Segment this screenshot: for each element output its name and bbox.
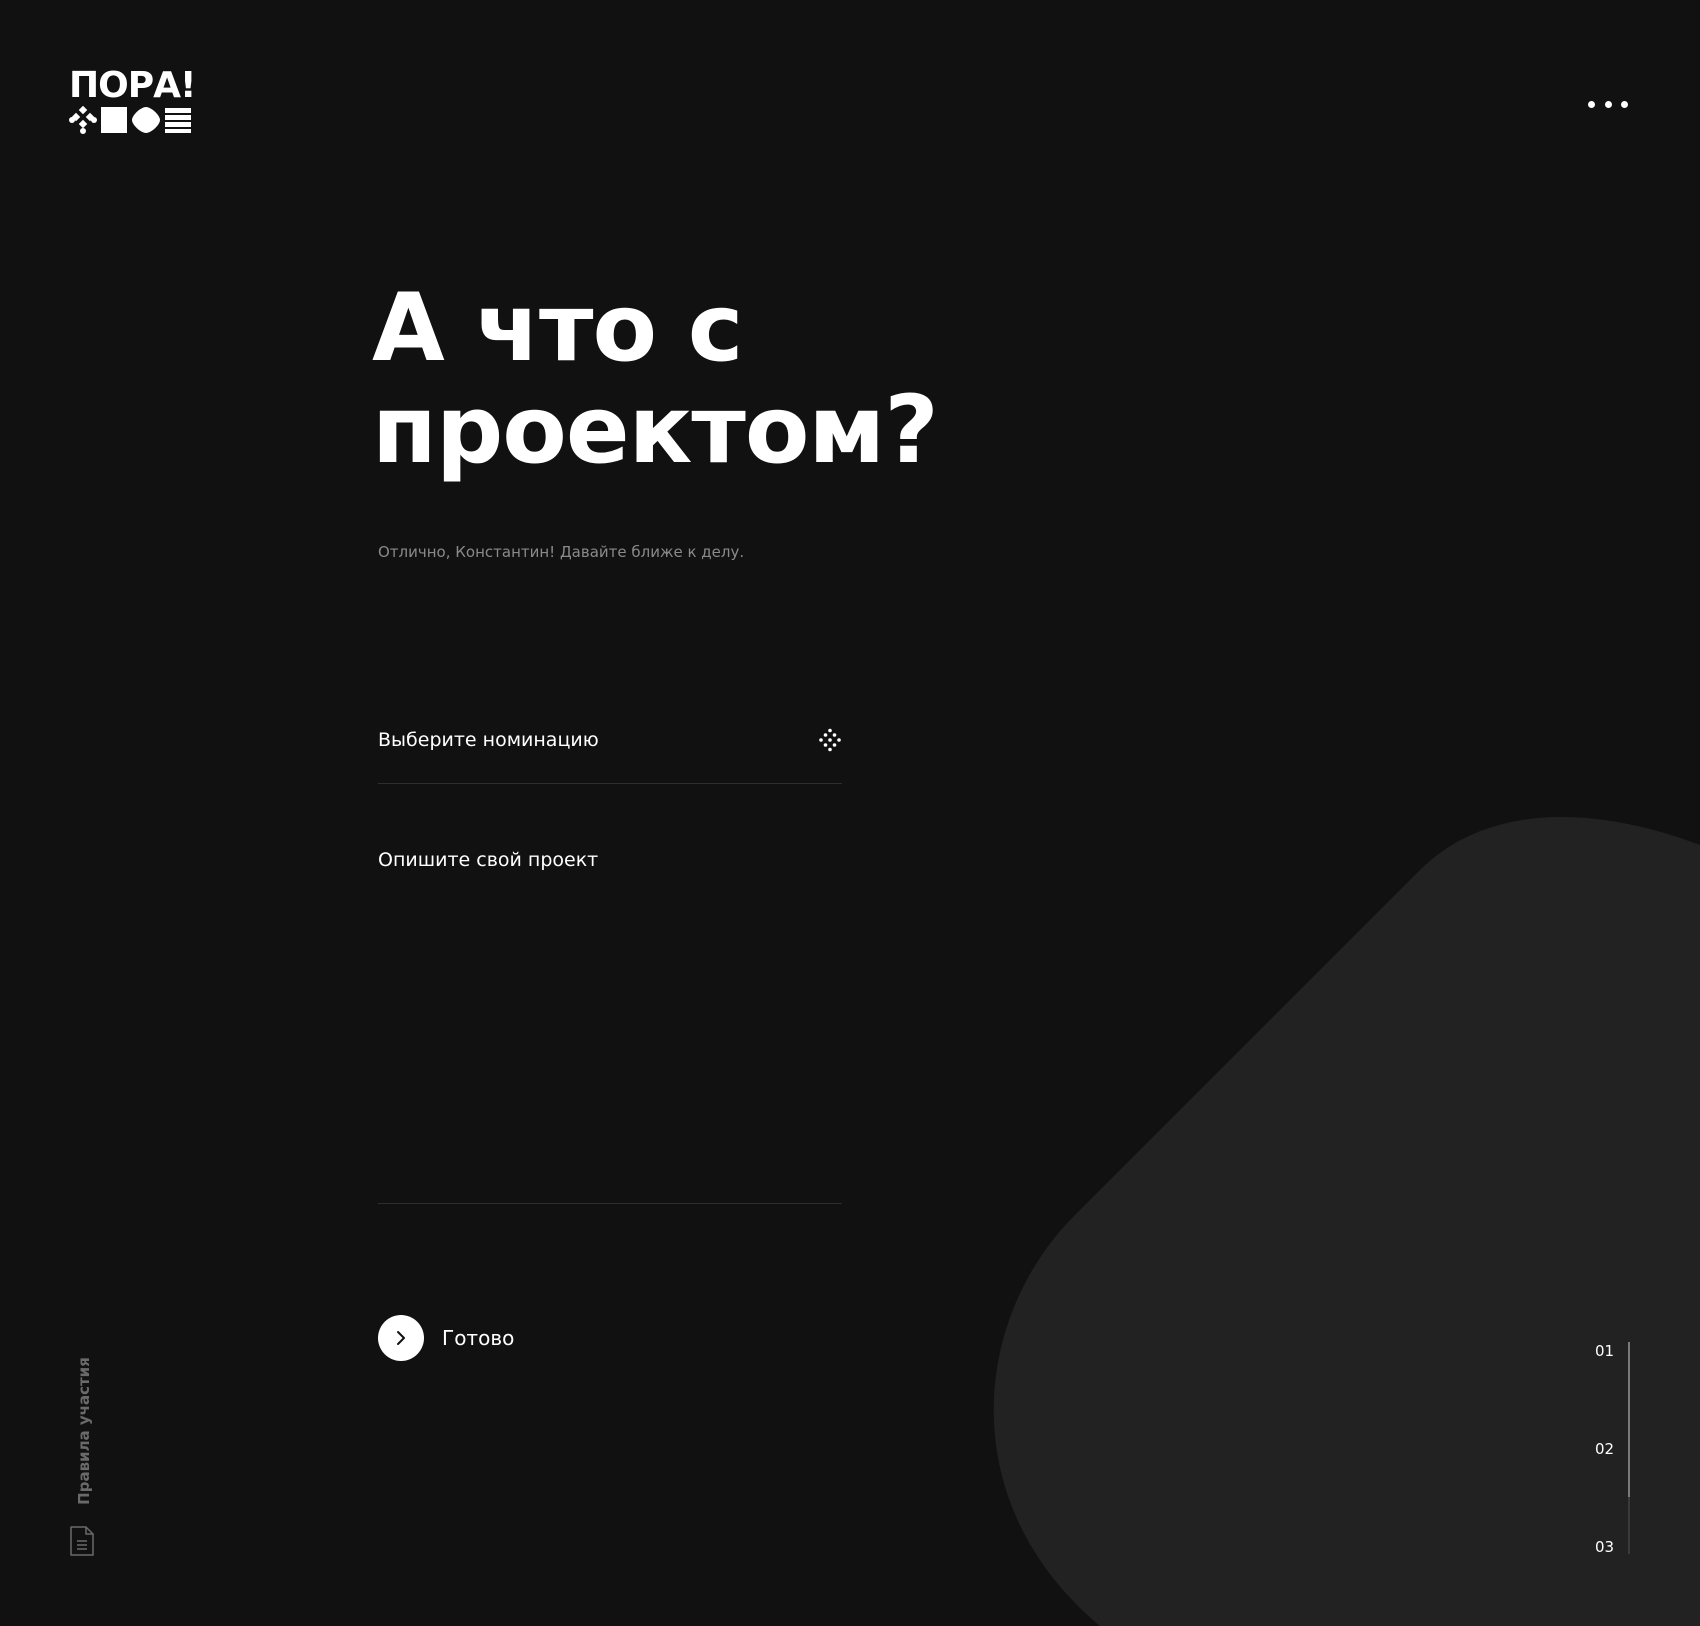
menu-dot [1604, 100, 1612, 108]
logo-dots-mark [69, 106, 97, 134]
nomination-label: Выберите номинацию [378, 729, 599, 751]
submit-circle[interactable] [378, 1315, 424, 1361]
submit-label: Готово [442, 1326, 515, 1350]
step-2[interactable]: 02 [1595, 1440, 1614, 1458]
logo-lines-mark [165, 108, 191, 133]
nomination-select[interactable]: Выберите номинацию [378, 728, 842, 784]
rules-label: Правила участия [75, 1357, 93, 1505]
menu-dot [1588, 100, 1595, 108]
chevron-right-icon [397, 1331, 405, 1345]
step-indicator: 01 02 03 [1590, 1338, 1630, 1558]
menu-dot [1621, 100, 1628, 108]
background-shape [993, 817, 1700, 1626]
page-title: А что с проектом? [372, 274, 939, 485]
dots-diamond-icon[interactable] [818, 728, 842, 752]
description-textarea[interactable] [378, 888, 846, 1192]
page-subtitle: Отлично, Константин! Давайте ближе к дел… [378, 543, 745, 561]
project-description-field[interactable]: Опишите свой проект [378, 848, 846, 1204]
logo-square-mark [101, 107, 127, 133]
participation-rules-link[interactable]: Правила участия [66, 1345, 102, 1565]
submit-button[interactable]: Готово [378, 1315, 514, 1361]
document-icon[interactable] [69, 1525, 95, 1557]
steps-progress [1628, 1342, 1630, 1497]
description-label: Опишите свой проект [378, 849, 599, 871]
logo-marks [69, 106, 199, 134]
logo[interactable]: ПОРА! [69, 68, 199, 134]
logo-blob-mark [132, 107, 160, 133]
step-1[interactable]: 01 [1595, 1342, 1614, 1360]
logo-text: ПОРА! [69, 65, 196, 106]
more-menu-button[interactable] [1588, 92, 1628, 116]
page: ПОРА! А что с проектом? Отлично, Констан… [0, 0, 1700, 1626]
step-3[interactable]: 03 [1595, 1538, 1614, 1556]
